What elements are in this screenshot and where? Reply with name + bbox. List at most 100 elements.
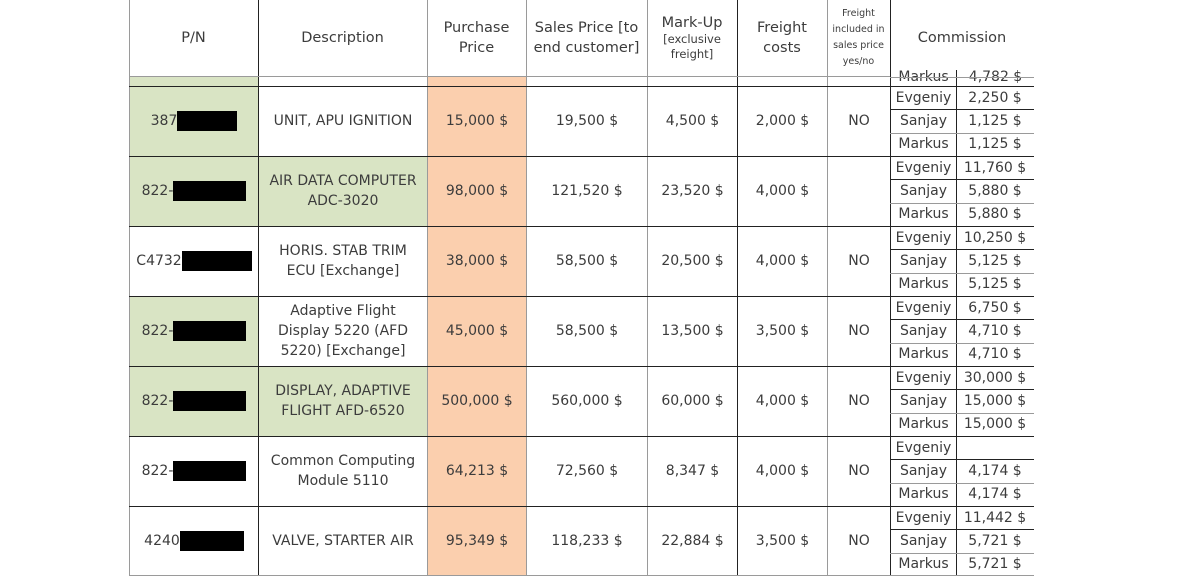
grid-line	[890, 436, 1034, 437]
pn-prefix: 822-	[141, 463, 174, 479]
commission-amount: 1,125 $	[968, 112, 1022, 129]
description-cell: VALVE, STARTER AIR	[272, 533, 414, 549]
grid-line	[129, 506, 890, 507]
commission-amount: 5,880 $	[968, 206, 1022, 223]
commission-name: Sanjay	[899, 322, 948, 339]
grid-line	[129, 575, 890, 576]
description-cell: AIR DATA COMPUTER ADC-3020	[259, 156, 427, 226]
freight-costs-cell: 3,500 $	[755, 323, 810, 339]
markup-cell: 60,000 $	[661, 393, 724, 409]
description-cell: Common Computing Module 5110	[270, 453, 416, 489]
freight-costs-cell: 4,000 $	[755, 463, 810, 479]
commission-amount: 1,125 $	[968, 136, 1022, 153]
commission-amount: 30,000 $	[963, 369, 1027, 386]
pn-cell: 4240	[130, 506, 258, 576]
header-freight-costs: Freight costs	[757, 20, 807, 56]
purchase-price-cell: 45,000 $	[428, 296, 526, 366]
freight-costs-cell: 4,000 $	[755, 183, 810, 199]
grid-line	[890, 156, 1034, 157]
commission-name: Evgeniy	[895, 89, 952, 106]
commission-amount: 5,721 $	[968, 532, 1022, 549]
redaction-bar	[173, 461, 247, 481]
grid-line	[890, 203, 1034, 204]
commission-name: Markus	[898, 346, 949, 363]
grid-line	[890, 86, 1034, 87]
redaction-bar	[181, 251, 252, 271]
commission-name: Markus	[898, 136, 949, 153]
grid-line	[890, 226, 1034, 227]
grid-line	[129, 76, 890, 77]
grid-line	[890, 575, 1034, 576]
freight-costs-cell: 4,000 $	[755, 393, 810, 409]
commission-spreadsheet: P/N Description Purchase Price Sales Pri…	[129, 0, 1034, 576]
commission-name: Sanjay	[899, 532, 948, 549]
commission-amount: 11,760 $	[963, 159, 1027, 176]
redaction-bar	[179, 531, 244, 551]
sales-price-cell: 118,233 $	[551, 533, 623, 549]
grid-line	[956, 70, 957, 575]
pn-cell: 822-	[130, 296, 258, 366]
commission-amount: 5,125 $	[968, 276, 1022, 293]
grid-line	[890, 273, 1034, 274]
pn-prefix: C4732	[136, 253, 182, 269]
header-pn: P/N	[181, 30, 206, 46]
grid-line	[890, 459, 1034, 460]
purchase-price-cell: 64,213 $	[428, 436, 526, 506]
pn-prefix: 4240	[144, 533, 180, 549]
pn-prefix: 822-	[141, 183, 174, 199]
purchase-price-cell: 38,000 $	[428, 226, 526, 296]
freight-included-cell: NO	[848, 253, 870, 269]
grid-line	[129, 156, 890, 157]
pn-cell: C4732	[130, 226, 258, 296]
header-description: Description	[301, 30, 384, 46]
commission-amount: 10,250 $	[963, 229, 1027, 246]
grid-line	[890, 319, 1034, 320]
sales-price-cell: 58,500 $	[555, 253, 619, 269]
header-freight-included: Freight included in sales price yes/no	[832, 8, 885, 67]
header-commission: Commission	[917, 30, 1007, 46]
pn-prefix: 387	[150, 113, 178, 129]
sales-price-cell: 121,520 $	[551, 183, 623, 199]
freight-included-cell: NO	[848, 533, 870, 549]
grid-line	[129, 226, 890, 227]
commission-name: Sanjay	[899, 112, 948, 129]
commission-amount: 5,721 $	[968, 556, 1022, 573]
description-cell: DISPLAY, ADAPTIVE FLIGHT AFD-6520	[259, 366, 427, 436]
pn-cell: 822-	[130, 366, 258, 436]
purchase-price-cell: 95,349 $	[428, 506, 526, 576]
pn-prefix: 822-	[141, 393, 174, 409]
commission-name: Sanjay	[899, 182, 948, 199]
commission-amount: 11,442 $	[963, 509, 1027, 526]
grid-line	[890, 506, 1034, 507]
purchase-price-cell: 500,000 $	[428, 366, 526, 436]
grid-line	[890, 389, 1034, 390]
grid-line	[129, 296, 890, 297]
commission-name: Evgeniy	[895, 369, 952, 386]
commission-name: Sanjay	[899, 252, 948, 269]
partial-row-purchase-price	[428, 77, 526, 86]
grid-line	[890, 413, 1034, 414]
freight-included-cell: NO	[848, 393, 870, 409]
pn-cell: 822-	[130, 156, 258, 226]
commission-name: Markus	[898, 556, 949, 573]
freight-included-cell: NO	[848, 463, 870, 479]
commission-name: Evgeniy	[895, 159, 952, 176]
commission-name: Markus	[898, 276, 949, 293]
markup-cell: 22,884 $	[661, 533, 724, 549]
markup-cell: 23,520 $	[661, 183, 724, 199]
header-purchase-price: Purchase Price	[443, 20, 510, 56]
freight-costs-cell: 2,000 $	[755, 113, 810, 129]
freight-costs-cell: 4,000 $	[755, 253, 810, 269]
commission-name: Evgeniy	[895, 229, 952, 246]
purchase-price-cell: 98,000 $	[428, 156, 526, 226]
description-cell: HORIS. STAB TRIM ECU [Exchange]	[279, 243, 407, 279]
markup-cell: 20,500 $	[661, 253, 724, 269]
commission-amount: 15,000 $	[963, 416, 1027, 433]
commission-name: Evgeniy	[895, 509, 952, 526]
commission-amount: 5,880 $	[968, 182, 1022, 199]
commission-amount: 5,125 $	[968, 252, 1022, 269]
sales-price-cell: 560,000 $	[551, 393, 623, 409]
commission-name: Sanjay	[899, 462, 948, 479]
sales-price-cell: 58,500 $	[555, 323, 619, 339]
commission-name: Evgeniy	[895, 439, 952, 456]
